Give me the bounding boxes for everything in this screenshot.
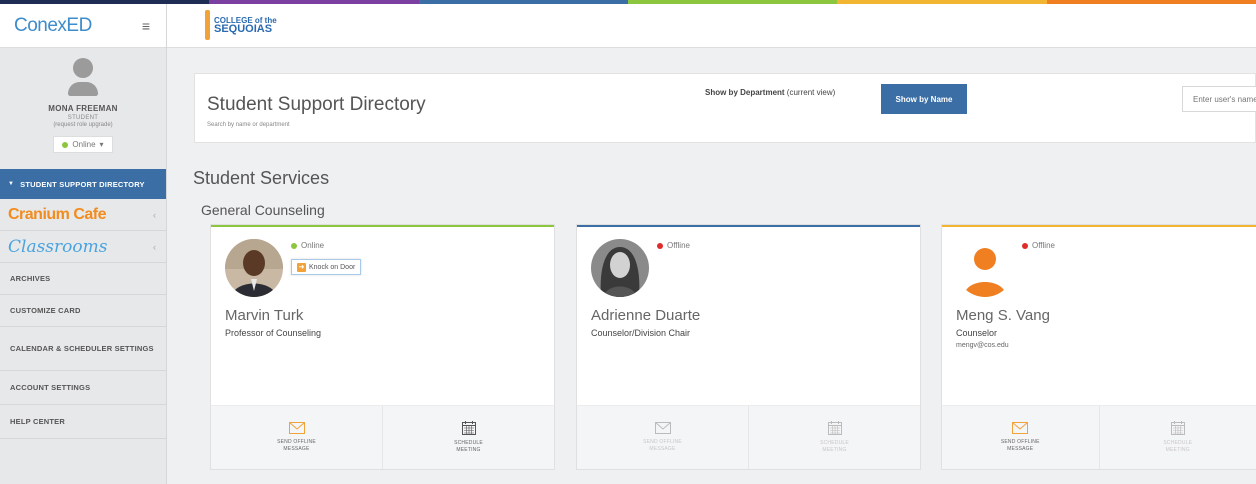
offline-dot-icon [1022, 242, 1028, 249]
page-subtitle: Search by name or department [207, 122, 290, 128]
schedule-meeting-button[interactable]: SCHEDULE MEETING [748, 406, 920, 469]
card-actions: SEND OFFLINE MESSAGE SCHEDULE MEETING [211, 405, 554, 469]
college-of-the-sequoias-logo[interactable]: COLLEGE of the SEQUOIAS [205, 10, 277, 40]
staff-card: Offline Meng S. Vang Counselor mengv@cos… [941, 224, 1256, 470]
sidebar-item-classrooms[interactable]: Classrooms ‹ [0, 231, 166, 263]
staff-email[interactable]: mengv@cos.edu [956, 342, 1009, 349]
sidebar-item-calendar-scheduler-settings[interactable]: CALENDAR & SCHEDULER SETTINGS [0, 327, 166, 371]
group-title: General Counseling [201, 202, 325, 218]
staff-photo [225, 239, 283, 297]
status-label: Offline [1032, 241, 1055, 250]
status-label: Offline [667, 241, 690, 250]
chevron-left-icon: ‹ [153, 241, 156, 252]
profile-name: MONA FREEMAN [48, 104, 118, 113]
door-icon: ➜ [297, 262, 306, 272]
offline-dot-icon [657, 242, 663, 249]
sidebar-item-cranium-cafe[interactable]: Cranium Cafe ‹ [0, 199, 166, 231]
directory-header: Student Support Directory Search by name… [194, 73, 1256, 143]
staff-title: Professor of Counseling [225, 328, 322, 338]
calendar-icon [1170, 421, 1185, 435]
status-indicator: Offline [657, 241, 690, 250]
card-actions: SEND OFFLINE MESSAGE SCHEDULE MEETING [577, 405, 920, 469]
caret-down-icon: ▾ [99, 140, 104, 149]
online-dot-icon [62, 141, 69, 148]
staff-title: Counselor [956, 328, 998, 338]
card-actions: SEND OFFLINE MESSAGE SCHEDULE MEETING [942, 405, 1256, 469]
schedule-meeting-button[interactable]: SCHEDULE MEETING [1098, 406, 1256, 469]
chevron-down-icon: ▼ [8, 181, 15, 187]
staff-card: Offline Adrienne Duarte Counselor/Divisi… [576, 224, 921, 470]
hamburger-icon[interactable]: ≡ [142, 18, 150, 34]
classrooms-logo: Classrooms [8, 236, 108, 257]
torch-icon [205, 10, 210, 40]
send-offline-message-button[interactable]: SEND OFFLINE MESSAGE [942, 406, 1099, 469]
staff-photo-placeholder [956, 239, 1014, 297]
avatar [68, 58, 98, 96]
sidebar-item-account-settings[interactable]: ACCOUNT SETTINGS [0, 371, 166, 405]
sidebar-item-archives[interactable]: ARCHIVES [0, 263, 166, 295]
knock-label: Knock on Door [309, 263, 356, 271]
sidebar-item-help-center[interactable]: HELP CENTER [0, 405, 166, 439]
role-upgrade-link[interactable]: (request role upgrade) [0, 122, 166, 128]
user-profile: MONA FREEMAN STUDENT (request role upgra… [0, 48, 166, 161]
cranium-cafe-logo: Cranium Cafe [8, 205, 107, 223]
status-label: Online [72, 140, 96, 149]
staff-name: Meng S. Vang [956, 307, 1050, 324]
show-by-name-button[interactable]: Show by Name [881, 84, 967, 114]
search-input[interactable] [1182, 86, 1256, 112]
status-dropdown[interactable]: Online ▾ [53, 136, 113, 153]
calendar-icon [827, 421, 842, 435]
page-title: Student Support Directory [207, 94, 426, 115]
staff-photo [591, 239, 649, 297]
top-bar: COLLEGE of the SEQUOIAS [167, 4, 1256, 48]
envelope-icon [1012, 422, 1029, 434]
staff-title: Counselor/Division Chair [591, 328, 691, 338]
staff-name: Adrienne Duarte [591, 307, 701, 324]
sidebar: ConexED ≡ MONA FREEMAN STUDENT (request … [0, 4, 167, 484]
knock-on-door-button[interactable]: ➜ Knock on Door [291, 259, 362, 275]
status-indicator: Offline [1022, 241, 1055, 250]
dept-button-suffix: (current view) [784, 88, 836, 97]
conexed-logo[interactable]: ConexED [14, 15, 92, 37]
brand-bar: ConexED ≡ [0, 4, 166, 48]
calendar-icon [461, 421, 476, 435]
send-offline-message-button[interactable]: SEND OFFLINE MESSAGE [211, 406, 382, 469]
dept-button-label: Show by Department [705, 88, 785, 97]
schedule-meeting-button[interactable]: SCHEDULE MEETING [382, 406, 554, 469]
sidebar-item-customize-card[interactable]: CUSTOMIZE CARD [0, 295, 166, 327]
section-title: Student Services [193, 168, 330, 188]
online-dot-icon [291, 242, 297, 249]
sidebar-item-student-support-directory[interactable]: ▼ STUDENT SUPPORT DIRECTORY [0, 169, 166, 199]
envelope-icon [654, 422, 671, 434]
sidebar-item-label: STUDENT SUPPORT DIRECTORY [20, 179, 145, 189]
envelope-icon [288, 422, 305, 434]
profile-role: STUDENT [67, 115, 99, 121]
logo-bottom-text: SEQUOIAS [214, 23, 273, 35]
status-indicator: Online [291, 241, 324, 250]
staff-name: Marvin Turk [225, 307, 304, 324]
show-by-department-button[interactable]: Show by Department (current view) [705, 84, 835, 101]
chevron-left-icon: ‹ [153, 209, 156, 220]
staff-card: Online ➜ Knock on Door Marvin Turk Profe… [210, 224, 555, 470]
status-label: Online [301, 241, 325, 250]
send-offline-message-button[interactable]: SEND OFFLINE MESSAGE [577, 406, 748, 469]
